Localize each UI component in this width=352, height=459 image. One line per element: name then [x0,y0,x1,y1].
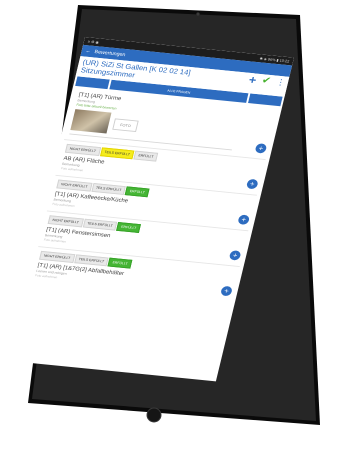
met-button[interactable]: ERFÜLLT [116,222,142,233]
photo-button[interactable]: FOTO [112,117,139,132]
met-button[interactable]: ERFÜLLT [107,257,133,269]
not-met-button[interactable]: NICHT ERFÜLLT [39,250,75,263]
add-comment-button[interactable]: + [245,178,259,190]
met-button[interactable]: ERFÜLLT [124,186,150,198]
photo-thumbnail[interactable] [70,109,112,134]
add-icon[interactable]: + [247,73,257,87]
partial-button[interactable]: TEILS ERFÜLLT [82,218,118,231]
add-comment-button[interactable]: + [220,285,233,297]
add-comment-button[interactable]: + [254,143,268,154]
met-button[interactable]: ERFÜLLT [133,150,159,162]
add-comment-button[interactable]: + [237,214,251,226]
camera-icon [196,12,200,16]
header-actions: + ✔ ⋮ [247,73,286,88]
partial-button[interactable]: TEILS ERFÜLLT [91,183,127,195]
back-arrow-icon[interactable]: ← [85,48,91,54]
toolbar-title: Bewertungen [93,49,127,58]
partial-button[interactable]: TEILS ERFÜLLT [99,147,135,160]
more-menu-icon[interactable]: ⋮ [275,77,286,87]
add-comment-button[interactable]: + [228,250,242,261]
not-met-button[interactable]: NICHT ERFÜLLT [47,215,84,228]
not-met-button[interactable]: NICHT ERFÜLLT [64,143,101,156]
status-icons-left: ≡ ⚙ ◉ [87,39,100,45]
checkmark-icon[interactable]: ✔ [261,75,272,86]
home-button[interactable] [146,407,162,423]
not-met-button[interactable]: NICHT ERFÜLLT [56,179,93,192]
partial-button[interactable]: TEILS ERFÜLLT [73,254,109,267]
